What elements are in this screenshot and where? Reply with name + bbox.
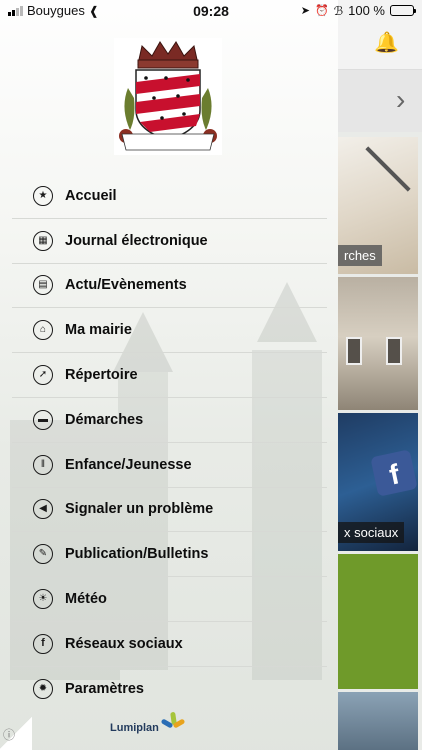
bell-icon[interactable]: 🔔 bbox=[374, 30, 399, 55]
settings-icon: ✹ bbox=[33, 679, 53, 700]
menu-item-publication-bulletins[interactable]: ✎ Publication/Bulletins bbox=[12, 532, 327, 578]
menu-item-label: Accueil bbox=[65, 187, 117, 204]
town-crest-logo bbox=[114, 38, 222, 155]
menu-item-demarches[interactable]: ▬ Démarches bbox=[12, 398, 327, 443]
menu-item-label: Signaler un problème bbox=[65, 501, 214, 518]
status-bar: Bouygues ❰ 09:28 ➤ ⏰ ℬ 100 % bbox=[0, 0, 422, 22]
menu-item-journal-electronique[interactable]: ▦ Journal électronique bbox=[12, 219, 327, 264]
menu-item-label: Réseaux sociaux bbox=[65, 635, 183, 652]
lumiplan-mark-icon bbox=[160, 711, 186, 734]
speech-bubble-icon: ▬ bbox=[33, 409, 53, 430]
lumiplan-wordmark: Lumiplan bbox=[110, 722, 159, 734]
menu-item-label: Enfance/Jeunesse bbox=[65, 456, 192, 473]
facebook-icon: f bbox=[370, 449, 418, 497]
menu-item-repertoire[interactable]: ➚ Répertoire bbox=[12, 353, 327, 398]
menu-item-label: Météo bbox=[65, 591, 107, 608]
menu-item-parametres[interactable]: ✹ Paramètres bbox=[12, 667, 327, 712]
menu-item-label: Répertoire bbox=[65, 367, 138, 384]
tile-caption: x sociaux bbox=[338, 522, 405, 543]
menu-item-label: Ma mairie bbox=[65, 322, 132, 339]
window-illustration bbox=[386, 337, 402, 365]
menu-item-accueil[interactable]: ★ Accueil bbox=[12, 174, 327, 219]
calendar-icon: ▤ bbox=[33, 275, 53, 296]
menu-item-meteo[interactable]: ☀ Météo bbox=[12, 577, 327, 622]
tile-demarches[interactable]: rches bbox=[338, 137, 418, 274]
facebook-icon: f bbox=[33, 633, 53, 654]
navigation-drawer: ★ Accueil ▦ Journal électronique ▤ Actu/… bbox=[0, 0, 338, 750]
pen-illustration bbox=[365, 146, 411, 192]
pen-icon: ✎ bbox=[33, 544, 53, 565]
compass-icon: ➚ bbox=[33, 365, 53, 386]
status-right: ➤ ⏰ ℬ 100 % bbox=[300, 3, 416, 18]
menu-item-signaler-un-probleme[interactable]: ◀ Signaler un problème bbox=[12, 488, 327, 533]
cutlery-icon: ‖ bbox=[33, 454, 53, 475]
weather-icon: ☀ bbox=[33, 589, 53, 610]
alarm-icon: ⏰ bbox=[314, 5, 329, 17]
menu-item-ma-mairie[interactable]: ⌂ Ma mairie bbox=[12, 308, 327, 354]
menu-item-reseaux-sociaux[interactable]: f Réseaux sociaux bbox=[12, 622, 327, 667]
main-menu: ★ Accueil ▦ Journal électronique ▤ Actu/… bbox=[12, 174, 327, 712]
tile-building[interactable] bbox=[338, 277, 418, 410]
menu-item-label: Paramètres bbox=[65, 681, 144, 698]
menu-item-label: Démarches bbox=[65, 411, 144, 428]
megaphone-icon: ◀ bbox=[33, 499, 53, 520]
menu-item-actu-evenements[interactable]: ▤ Actu/Evènements bbox=[12, 264, 327, 309]
bluetooth-icon: ℬ bbox=[333, 3, 344, 18]
background-banner[interactable] bbox=[338, 70, 422, 132]
lumiplan-logo: Lumiplan bbox=[110, 711, 186, 734]
info-icon[interactable]: ⓘ bbox=[3, 726, 15, 743]
tile-green[interactable] bbox=[338, 554, 418, 689]
menu-item-label: Publication/Bulletins bbox=[65, 546, 209, 563]
tile-photo[interactable] bbox=[338, 692, 418, 750]
window-illustration bbox=[346, 337, 362, 365]
star-icon: ★ bbox=[33, 185, 53, 206]
town-hall-icon: ⌂ bbox=[33, 320, 53, 341]
location-icon: ➤ bbox=[300, 5, 310, 17]
crest-image bbox=[114, 38, 222, 155]
chevron-right-icon[interactable]: › bbox=[396, 86, 405, 114]
tile-caption: rches bbox=[338, 245, 382, 266]
tile-reseaux-sociaux[interactable]: f x sociaux bbox=[338, 413, 418, 551]
screen-icon: ▦ bbox=[33, 230, 53, 251]
menu-item-label: Actu/Evènements bbox=[65, 277, 187, 294]
menu-item-enfance-jeunesse[interactable]: ‖ Enfance/Jeunesse bbox=[12, 443, 327, 488]
battery-icon bbox=[390, 5, 416, 16]
menu-item-label: Journal électronique bbox=[65, 232, 208, 249]
battery-percent: 100 % bbox=[348, 3, 385, 18]
